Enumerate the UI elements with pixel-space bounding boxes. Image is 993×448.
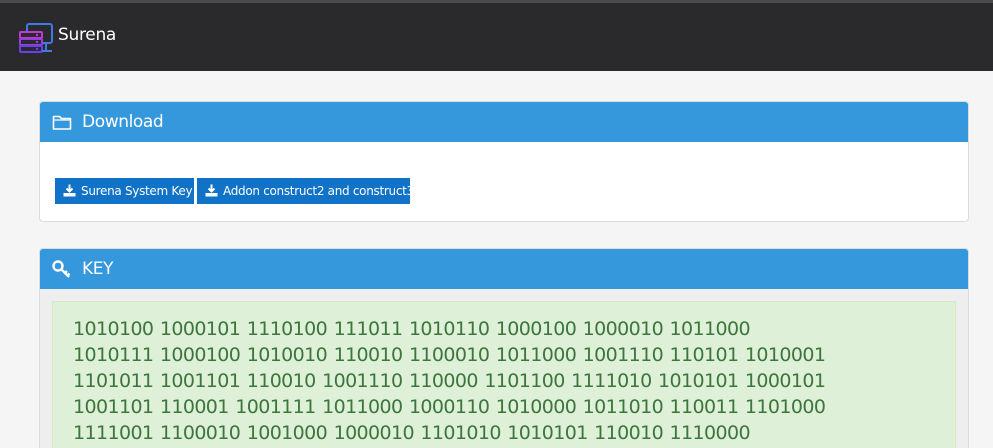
server-monitor-icon[interactable] [18, 23, 54, 55]
key-line: 1101011 1001101 110010 1001110 110000 11… [73, 370, 826, 392]
key-panel: KEY 1010100 1000101 1110100 111011 10101… [39, 248, 969, 448]
download-panel: Download Surena System Key Addon constru… [39, 101, 969, 222]
brand-title[interactable]: Surena [58, 25, 116, 45]
download-icon [63, 184, 76, 197]
surena-system-key-label: Surena System Key [81, 184, 193, 198]
key-text-box[interactable]: 1010100 1000101 1110100 111011 1010110 1… [52, 301, 956, 448]
key-panel-header: KEY [40, 249, 968, 289]
key-icon [52, 260, 71, 278]
addon-construct-label: Addon construct2 and construct3 [223, 184, 414, 198]
download-panel-header: Download [40, 102, 968, 142]
download-panel-title: Download [82, 112, 164, 132]
addon-construct-button[interactable]: Addon construct2 and construct3 [197, 178, 414, 204]
key-line: 1010111 1000100 1010010 110010 1100010 1… [73, 344, 826, 366]
folder-icon [52, 115, 72, 130]
key-line: 1010100 1000101 1110100 111011 1010110 1… [73, 318, 751, 340]
download-icon [205, 184, 218, 197]
key-line: 1111001 1100010 1001000 1000010 1101010 … [73, 422, 751, 444]
key-panel-title: KEY [82, 259, 114, 279]
surena-system-key-button[interactable]: Surena System Key [55, 178, 194, 204]
top-navbar: Surena [0, 0, 993, 71]
key-line: 1001101 110001 1001111 1011000 1000110 1… [73, 396, 826, 418]
